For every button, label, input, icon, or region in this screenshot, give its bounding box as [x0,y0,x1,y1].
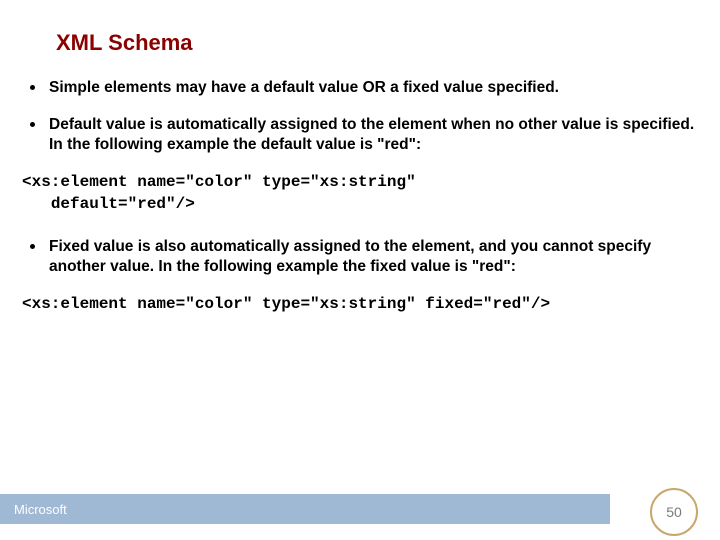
slide-content: Simple elements may have a default value… [30,78,700,338]
page-number: 50 [666,504,682,520]
footer-bar: Microsoft [0,494,610,524]
slide-title: XML Schema [56,30,193,56]
bullet-item: Fixed value is also automatically assign… [30,237,700,276]
bullet-dot-icon [30,122,35,127]
slide: XML Schema Simple elements may have a de… [0,0,720,540]
bullet-text: Default value is automatically assigned … [49,115,700,154]
bullet-text: Fixed value is also automatically assign… [49,237,700,276]
page-number-badge: 50 [650,488,698,536]
footer-brand: Microsoft [14,502,67,517]
bullet-item: Simple elements may have a default value… [30,78,700,97]
bullet-text: Simple elements may have a default value… [49,78,700,97]
code-snippet: <xs:element name="color" type="xs:string… [22,172,700,215]
code-snippet: <xs:element name="color" type="xs:string… [22,294,700,316]
bullet-item: Default value is automatically assigned … [30,115,700,154]
bullet-dot-icon [30,244,35,249]
bullet-dot-icon [30,85,35,90]
